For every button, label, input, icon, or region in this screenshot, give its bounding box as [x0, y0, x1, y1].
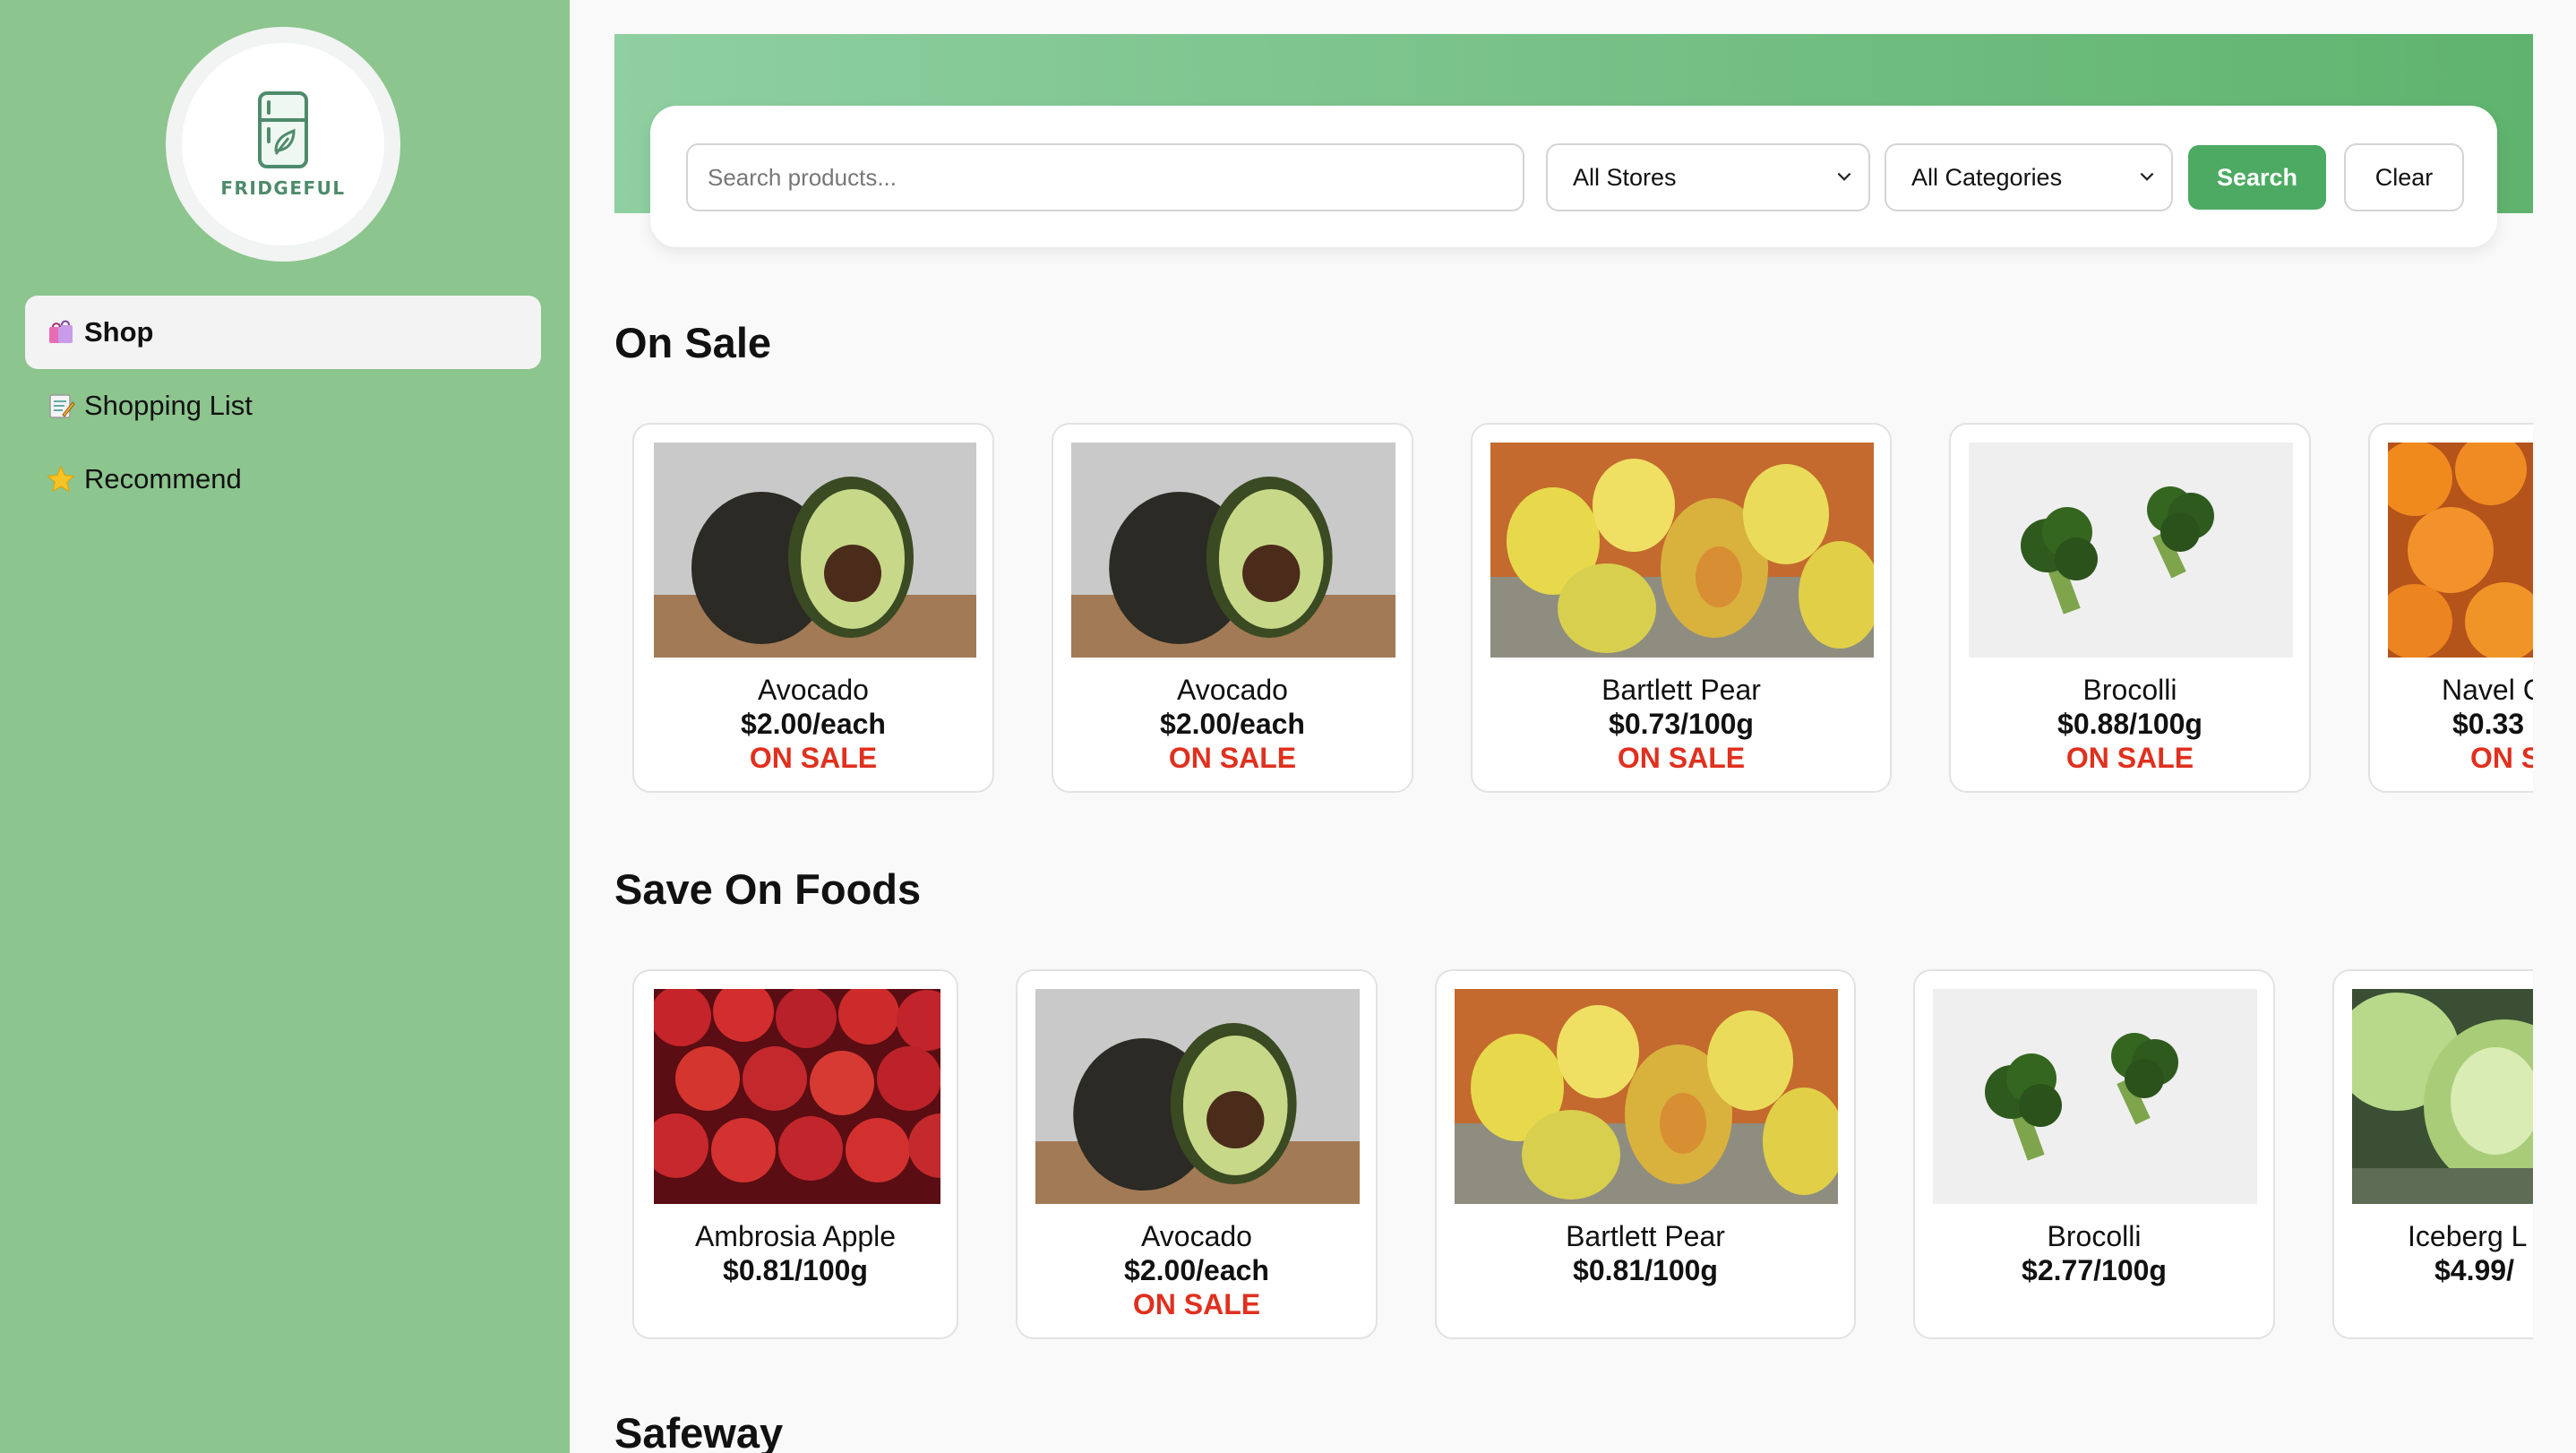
sale-badge: ON SALE	[1168, 742, 1297, 774]
sale-badge: ON S	[2470, 742, 2533, 774]
lettuce-image	[2352, 989, 2533, 1204]
product-card[interactable]: Avocado $2.00/each ON SALE	[1052, 423, 1413, 793]
product-name: Iceberg L	[2408, 1220, 2528, 1252]
product-name: Avocado	[758, 674, 869, 706]
product-card[interactable]: Bartlett Pear $0.73/100g ON SALE	[1471, 423, 1892, 793]
product-price: $2.77/100g	[2022, 1254, 2167, 1286]
product-price: $0.88/100g	[2057, 708, 2202, 740]
product-name: Bartlett Pear	[1601, 674, 1761, 706]
product-price: $4.99/	[2434, 1254, 2514, 1286]
broccoli-image	[1933, 989, 2257, 1204]
product-price: $2.00/each	[1124, 1254, 1269, 1286]
section-title-save-on-foods: Save On Foods	[614, 865, 922, 913]
product-name: Avocado	[1177, 674, 1288, 706]
product-name: Bartlett Pear	[1566, 1220, 1725, 1252]
sale-badge: ON SALE	[1132, 1288, 1261, 1320]
product-price: $0.81/100g	[723, 1254, 868, 1286]
section-title-on-sale: On Sale	[614, 319, 772, 366]
product-price: $0.81/100g	[1573, 1254, 1718, 1286]
product-card[interactable]: Navel C $0.33 ON S	[2368, 423, 2533, 793]
avocado-image	[654, 443, 976, 658]
product-name: Ambrosia Apple	[694, 1220, 897, 1252]
pear-image	[1490, 443, 1874, 658]
section-title-safeway: Safeway	[614, 1409, 784, 1453]
product-card[interactable]: Brocolli $2.77/100g	[1913, 969, 2275, 1339]
sale-badge: ON SALE	[2065, 742, 2194, 774]
product-price: $2.00/each	[1160, 708, 1305, 740]
product-name: Avocado	[1141, 1220, 1252, 1252]
main-content: On Sale Avocado $2.00/each ON SALE Avoca…	[0, 0, 2533, 1453]
product-card[interactable]: Iceberg L $4.99/	[2332, 969, 2533, 1339]
orange-image	[2388, 443, 2533, 658]
product-card[interactable]: Ambrosia Apple $0.81/100g	[632, 969, 958, 1339]
product-price: $2.00/each	[741, 708, 886, 740]
product-card[interactable]: Bartlett Pear $0.81/100g	[1435, 969, 1856, 1339]
apple-image	[654, 989, 940, 1204]
product-name: Navel C	[2442, 674, 2533, 706]
sale-badge: ON SALE	[1617, 742, 1746, 774]
sale-badge: ON SALE	[749, 742, 878, 774]
product-price: $0.33	[2452, 708, 2525, 740]
broccoli-image	[1969, 443, 2293, 658]
product-card[interactable]: Avocado $2.00/each ON SALE	[1016, 969, 1378, 1339]
product-name: Brocolli	[2047, 1220, 2142, 1252]
pear-image	[1455, 989, 1838, 1204]
avocado-image	[1071, 443, 1395, 658]
product-card[interactable]: Avocado $2.00/each ON SALE	[632, 423, 994, 793]
avocado-image	[1035, 989, 1360, 1204]
product-price: $0.73/100g	[1609, 708, 1754, 740]
product-card[interactable]: Brocolli $0.88/100g ON SALE	[1949, 423, 2311, 793]
product-name: Brocolli	[2082, 674, 2177, 706]
